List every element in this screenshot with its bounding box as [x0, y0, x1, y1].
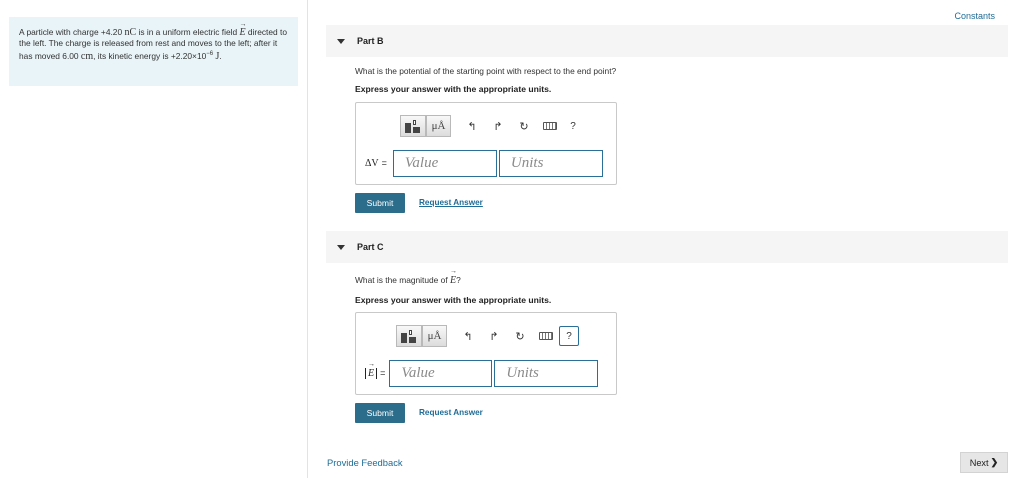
magnitude-bars: E [365, 360, 378, 379]
part-c-title: Part C [357, 242, 384, 252]
part-c-input-row: E= Value Units [365, 360, 599, 387]
question-text: ? [456, 275, 461, 285]
part-c-submit-button[interactable]: Submit [355, 403, 405, 423]
field-symbol: E [239, 19, 245, 38]
field-symbol: E [450, 267, 456, 286]
undo-icon[interactable]: ↰ [455, 325, 481, 347]
problem-text: is in a uniform electric field [136, 27, 240, 37]
templates-icon [401, 329, 417, 343]
units-input[interactable]: Units [498, 150, 603, 177]
equals-sign: = [381, 158, 387, 168]
provide-feedback-link[interactable]: Provide Feedback [327, 457, 403, 468]
help-button[interactable]: ? [563, 116, 583, 136]
column-divider [307, 0, 308, 478]
value-input[interactable]: Value [389, 360, 493, 387]
part-b-request-answer-link[interactable]: Request Answer [419, 198, 483, 207]
part-c-instruction: Express your answer with the appropriate… [355, 295, 552, 305]
redo-icon[interactable]: ↱ [481, 325, 507, 347]
reset-icon[interactable]: ↻ [507, 325, 533, 347]
part-c-question: What is the magnitude of E? [355, 267, 461, 286]
problem-statement: A particle with charge +4.20 nC is in a … [9, 17, 298, 86]
delta-v-label: ΔV = [365, 158, 387, 169]
keyboard-icon[interactable] [533, 325, 559, 347]
keyboard-icon[interactable] [537, 115, 563, 137]
constants-link[interactable]: Constants [954, 11, 995, 21]
reset-icon[interactable]: ↻ [511, 115, 537, 137]
distance-unit: cm [80, 50, 94, 62]
part-c-request-answer-link[interactable]: Request Answer [419, 408, 483, 417]
units-symbols-button[interactable]: μÅ [422, 325, 447, 347]
part-b-toolbar: μÅ ↰ ↱ ↻ ? [400, 115, 583, 137]
part-b-question: What is the potential of the starting po… [355, 66, 617, 76]
next-label: Next [969, 457, 989, 468]
templates-button[interactable] [396, 325, 422, 347]
magnitude-e-label: E= [365, 360, 386, 379]
units-input[interactable]: Units [494, 360, 599, 387]
part-c-answer-box: μÅ ↰ ↱ ↻ ? E= Value Units [355, 312, 617, 395]
part-c-toolbar: μÅ ↰ ↱ ↻ ? [396, 325, 579, 347]
problem-text: . [219, 50, 222, 61]
undo-icon[interactable]: ↰ [459, 115, 485, 137]
delta-v-symbol: ΔV [365, 158, 379, 169]
collapse-caret-icon[interactable] [337, 38, 345, 44]
next-button[interactable]: Next ❯ [960, 452, 1008, 473]
part-c-header[interactable]: Part C [326, 231, 1008, 263]
charge-unit: nC [124, 27, 137, 38]
templates-button[interactable] [400, 115, 426, 137]
value-input[interactable]: Value [392, 150, 497, 177]
part-b-answer-box: μÅ ↰ ↱ ↻ ? ΔV = Value Units [355, 102, 617, 185]
part-b-input-row: ΔV = Value Units [365, 150, 603, 177]
problem-text: A particle with charge +4.20 [19, 27, 125, 37]
part-b-title: Part B [357, 36, 384, 46]
units-symbols-button[interactable]: μÅ [426, 115, 451, 137]
part-b-header[interactable]: Part B [326, 25, 1008, 57]
question-text: What is the magnitude of [355, 275, 450, 285]
help-button[interactable]: ? [559, 326, 579, 346]
template-group: μÅ [400, 115, 451, 137]
problem-text: , its kinetic energy is +2.20×10 [93, 50, 207, 61]
part-b-submit-button[interactable]: Submit [355, 193, 405, 213]
templates-icon [405, 119, 421, 133]
redo-icon[interactable]: ↱ [485, 115, 511, 137]
equals-sign: = [380, 368, 386, 378]
part-b-instruction: Express your answer with the appropriate… [355, 84, 552, 94]
template-group: μÅ [396, 325, 447, 347]
field-symbol: E [368, 360, 374, 379]
collapse-caret-icon[interactable] [337, 244, 345, 250]
chevron-right-icon: ❯ [990, 457, 999, 467]
